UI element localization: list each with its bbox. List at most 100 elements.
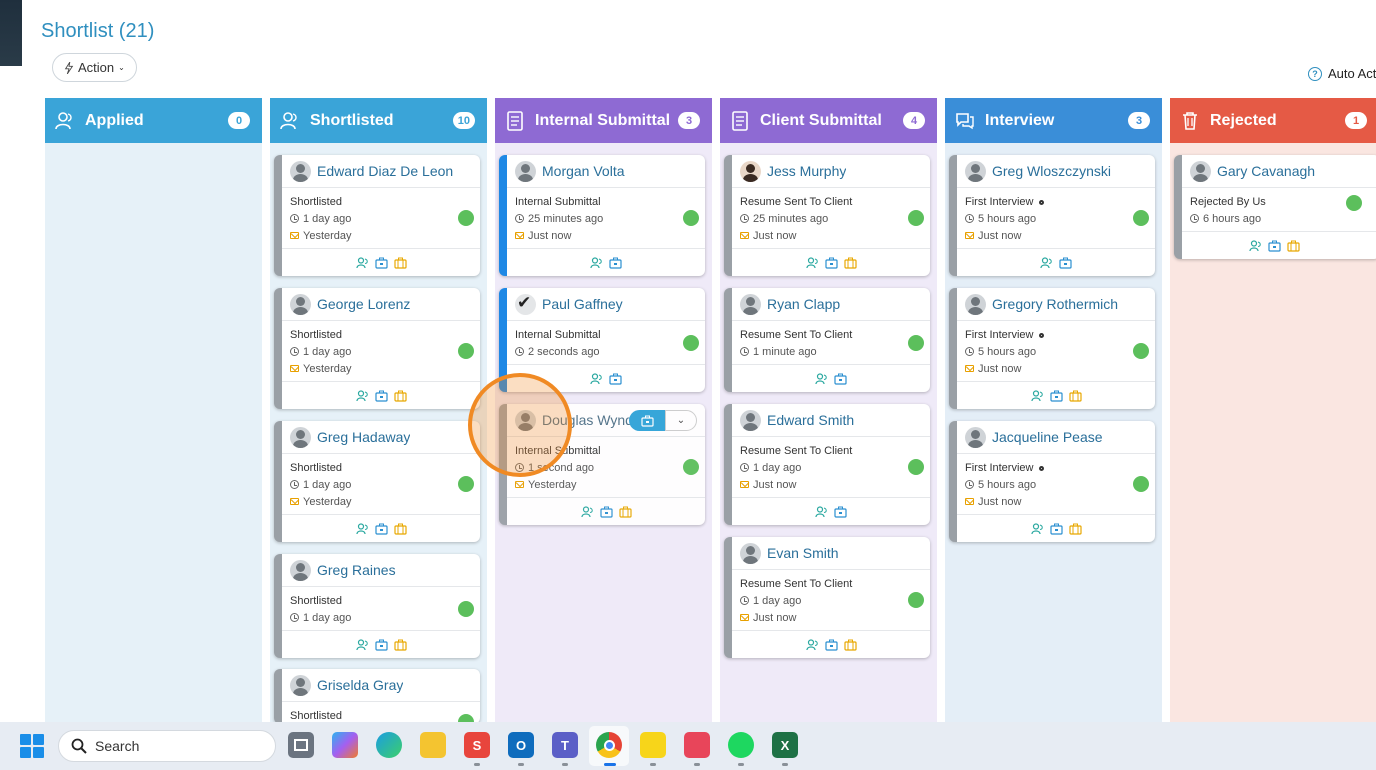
candidate-name[interactable]: Griselda Gray [317,677,403,693]
column-header-client-submittal[interactable]: Client Submittal 4 [720,98,937,143]
person-icon[interactable] [355,256,369,269]
person-icon[interactable] [1040,256,1053,269]
briefcase-icon[interactable] [609,257,622,269]
briefcase-icon[interactable] [824,639,838,651]
person-icon[interactable] [580,505,594,518]
edge-icon[interactable] [376,732,402,758]
briefcase-icon[interactable] [374,639,388,651]
candidate-name[interactable]: Greg Wloszczynski [992,163,1111,179]
candidate-name[interactable]: Jacqueline Pease [992,429,1103,445]
briefcase-icon[interactable] [374,523,388,535]
notes-app-icon[interactable] [684,732,710,758]
candidate-name[interactable]: George Lorenz [317,296,410,312]
task-view-icon[interactable] [288,732,314,758]
action-button[interactable]: Action ⌄ [52,53,137,82]
briefcase-icon[interactable] [1049,390,1063,402]
briefcase-icon[interactable] [599,506,613,518]
person-icon[interactable] [1030,522,1044,535]
checked-avatar[interactable] [515,293,536,315]
briefcase-icon[interactable] [1059,257,1072,269]
candidate-name[interactable]: Morgan Volta [542,163,625,179]
person-icon[interactable] [805,256,819,269]
candidate-card[interactable]: Greg Wloszczynski First Interview 5 hour… [949,155,1155,276]
briefcase-icon[interactable] [374,390,388,402]
person-icon[interactable] [1030,389,1044,402]
suitcase-icon[interactable] [393,257,407,269]
candidate-card[interactable]: George Lorenz Shortlisted 1 day ago Yest… [274,288,480,409]
column-header-interview[interactable]: Interview 3 [945,98,1162,143]
suitcase-icon[interactable] [393,523,407,535]
candidate-card[interactable]: Gregory Rothermich First Interview 5 hou… [949,288,1155,409]
briefcase-icon[interactable] [824,257,838,269]
person-icon[interactable] [355,389,369,402]
briefcase-icon[interactable] [374,257,388,269]
briefcase-icon[interactable] [1267,240,1281,252]
excel-icon[interactable]: X [772,732,798,758]
dragged-candidate-card[interactable]: Douglas Wynd ⌄ Internal Submittal 1 seco… [499,404,705,525]
candidate-card[interactable]: Jess Murphy Resume Sent To Client 25 min… [724,155,930,276]
candidate-card[interactable]: Gary Cavanagh Rejected By Us 6 hours ago [1174,155,1376,259]
suitcase-icon[interactable] [393,639,407,651]
candidate-name[interactable]: Edward Diaz De Leon [317,163,453,179]
suitcase-icon[interactable] [843,639,857,651]
candidate-card[interactable]: Jacqueline Pease First Interview 5 hours… [949,421,1155,542]
auto-action-link[interactable]: ? Auto Act [1308,66,1376,81]
candidate-name[interactable]: Paul Gaffney [542,296,623,312]
candidate-name[interactable]: Edward Smith [767,412,854,428]
suitcase-icon[interactable] [618,506,632,518]
outlook-icon[interactable]: O [508,732,534,758]
column-header-rejected[interactable]: Rejected 1 [1170,98,1376,143]
clock-icon [740,463,749,472]
file-explorer-icon[interactable] [420,732,446,758]
person-icon[interactable] [815,505,828,518]
teams-icon[interactable]: T [552,732,578,758]
candidate-card[interactable]: Griselda Gray Shortlisted [274,669,480,722]
candidate-card[interactable]: Greg Raines Shortlisted 1 day ago [274,554,480,658]
column-header-shortlisted[interactable]: Shortlisted 10 [270,98,487,143]
mail-icon [965,498,974,505]
candidate-card[interactable]: Greg Hadaway Shortlisted 1 day ago Yeste… [274,421,480,542]
candidate-card[interactable]: Paul Gaffney Internal Submittal 2 second… [499,288,705,392]
candidate-name[interactable]: Douglas Wynd [542,412,633,428]
person-icon[interactable] [1248,239,1262,252]
column-header-applied[interactable]: Applied 0 [45,98,262,143]
candidate-card[interactable]: Edward Smith Resume Sent To Client 1 day… [724,404,930,525]
suitcase-icon[interactable] [1286,240,1300,252]
chrome-icon[interactable] [596,732,622,758]
briefcase-icon[interactable] [834,373,847,385]
candidate-card[interactable]: Edward Diaz De Leon Shortlisted 1 day ag… [274,155,480,276]
column-header-internal-submittal[interactable]: Internal Submittal 3 [495,98,712,143]
sticky-notes-icon[interactable] [640,732,666,758]
briefcase-icon[interactable] [834,506,847,518]
spotify-icon[interactable] [728,732,754,758]
document-icon [730,110,750,131]
windows-start-icon[interactable] [20,734,44,758]
copilot-icon[interactable] [332,732,358,758]
candidate-name[interactable]: Greg Hadaway [317,429,410,445]
briefcase-icon[interactable] [629,410,665,431]
candidate-card[interactable]: Ryan Clapp Resume Sent To Client 1 minut… [724,288,930,392]
suitcase-icon[interactable] [1068,390,1082,402]
candidate-name[interactable]: Evan Smith [767,545,839,561]
candidate-name[interactable]: Ryan Clapp [767,296,840,312]
person-icon[interactable] [355,638,369,651]
person-icon[interactable] [805,638,819,651]
candidate-name[interactable]: Jess Murphy [767,163,846,179]
suitcase-icon[interactable] [843,257,857,269]
candidate-card[interactable]: Evan Smith Resume Sent To Client 1 day a… [724,537,930,658]
candidate-card[interactable]: Morgan Volta Internal Submittal 25 minut… [499,155,705,276]
candidate-name[interactable]: Gregory Rothermich [992,296,1118,312]
briefcase-icon[interactable] [609,373,622,385]
suitcase-icon[interactable] [1068,523,1082,535]
suitcase-icon[interactable] [393,390,407,402]
person-icon[interactable] [590,256,603,269]
briefcase-icon[interactable] [1049,523,1063,535]
chevron-down-icon[interactable]: ⌄ [665,410,697,431]
person-icon[interactable] [815,372,828,385]
snagit-icon[interactable]: S [464,732,490,758]
candidate-name[interactable]: Gary Cavanagh [1217,163,1315,179]
person-icon[interactable] [355,522,369,535]
candidate-name[interactable]: Greg Raines [317,562,396,578]
taskbar-search[interactable]: Search [58,730,276,762]
person-icon[interactable] [590,372,603,385]
